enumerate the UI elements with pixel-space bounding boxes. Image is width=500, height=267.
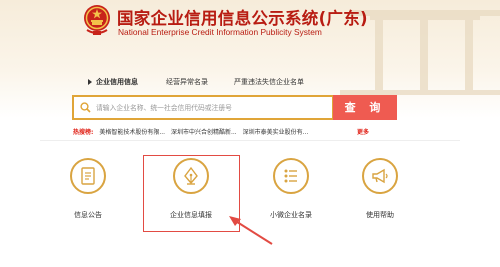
function-small-micro-list[interactable]: 小微企业名录: [256, 158, 326, 219]
hot-search-bar: 热搜榜: 美格智能技术股份有限... 深圳市中兴合创精酷新... 深圳市泰美实业…: [73, 127, 308, 137]
function-icon-circle: [273, 158, 309, 194]
function-info-notice[interactable]: 信息公告: [53, 158, 123, 219]
hot-search-item[interactable]: 美格智能技术股份有限...: [99, 129, 165, 136]
search-input[interactable]: [96, 100, 328, 116]
active-tab-arrow-icon: [88, 79, 92, 85]
document-icon: [81, 167, 95, 185]
national-emblem-icon: [84, 5, 110, 35]
megaphone-icon: [372, 168, 388, 184]
function-usage-help[interactable]: 使用帮助: [345, 158, 415, 219]
divider: [40, 140, 460, 141]
search-button[interactable]: 查 询: [333, 95, 397, 120]
function-icon-circle: [70, 158, 106, 194]
hot-search-item[interactable]: 深圳市泰美实业股份有...: [243, 129, 309, 136]
annotation-arrow-icon: [229, 216, 273, 245]
page-title: 国家企业信用信息公示系统(广东): [117, 9, 368, 28]
hot-search-item[interactable]: 深圳市中兴合创精酷新...: [171, 129, 237, 136]
hot-search-label: 热搜榜:: [73, 129, 94, 136]
list-icon: [284, 169, 297, 183]
search-icon: [80, 102, 91, 113]
page-subtitle: National Enterprise Credit Information P…: [118, 27, 322, 37]
tab-serious-violation-list[interactable]: 严重违法失信企业名单: [234, 77, 304, 87]
tab-enterprise-credit[interactable]: 企业信用信息: [88, 77, 138, 87]
search-box: [72, 95, 334, 120]
function-label: 使用帮助: [366, 211, 394, 219]
function-icon-circle: [362, 158, 398, 194]
function-label: 信息公告: [74, 211, 102, 219]
hot-search-more-link[interactable]: 更多: [357, 127, 369, 136]
tab-abnormal-list[interactable]: 经营异常名录: [166, 77, 208, 87]
